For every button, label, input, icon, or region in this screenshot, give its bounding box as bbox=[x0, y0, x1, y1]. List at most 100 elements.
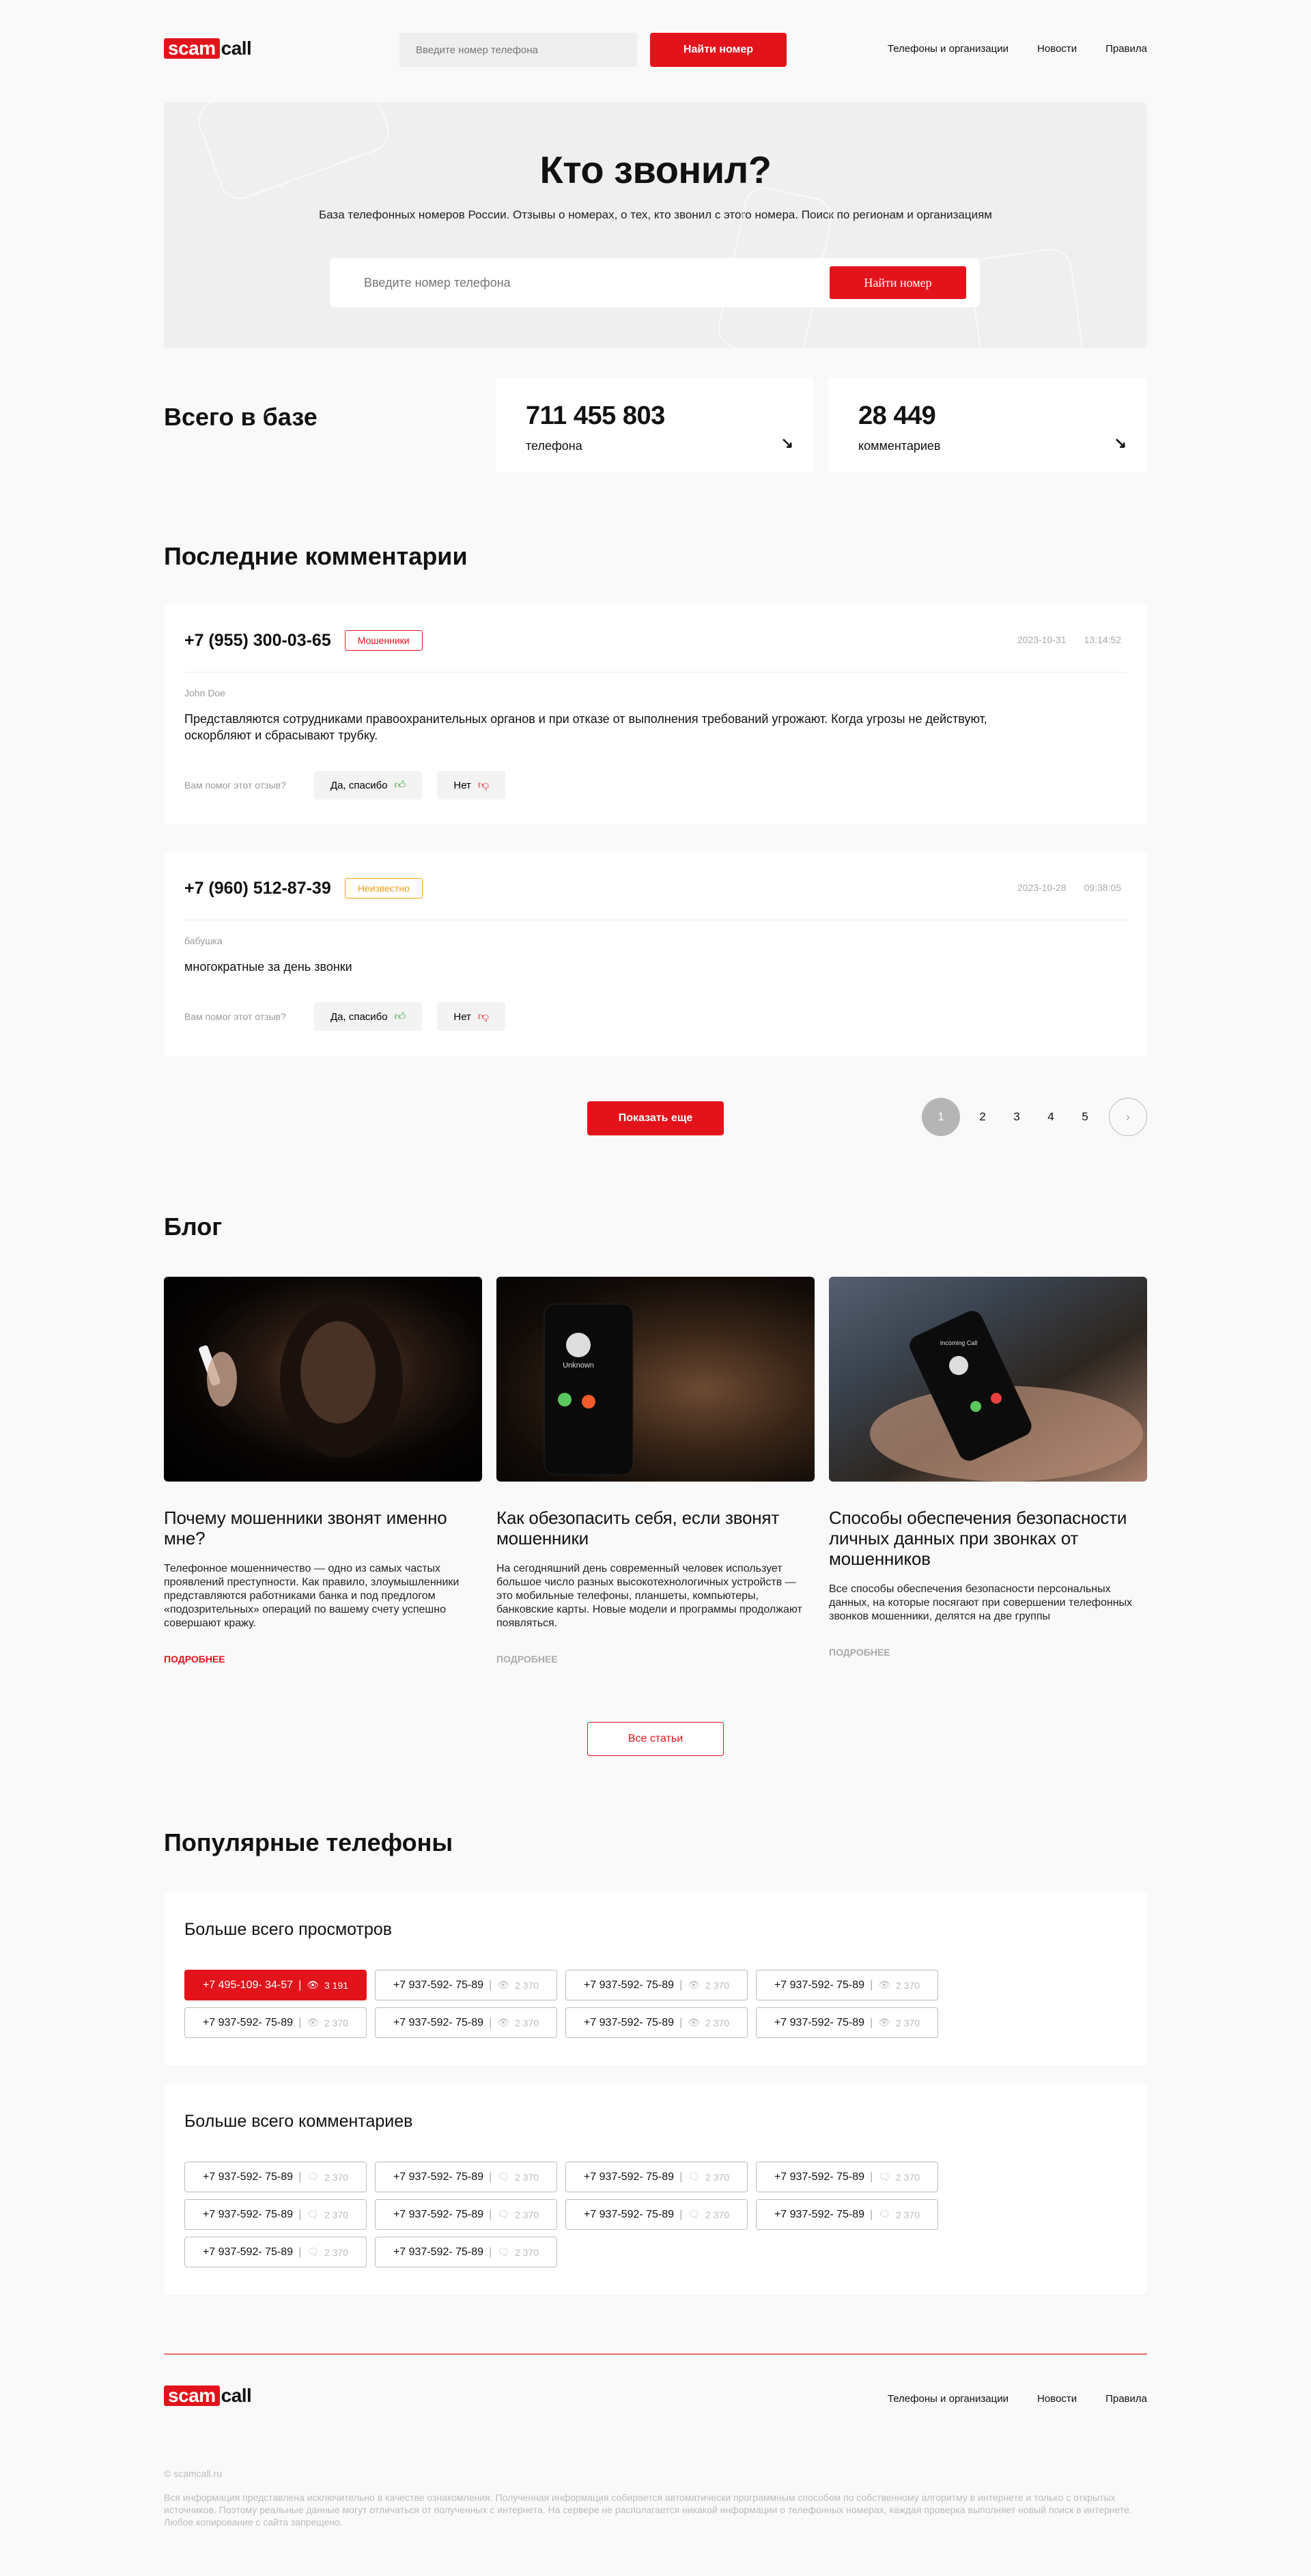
popular-phone-chip[interactable]: +7 937-592- 75-89 | 👁︎ 2 370 bbox=[184, 2007, 367, 2038]
comment-text: многократные за день звонки bbox=[184, 960, 352, 974]
vote-no-button[interactable]: Нет 👎︎ bbox=[437, 1002, 506, 1031]
chip-separator: | bbox=[489, 2016, 492, 2028]
comment-phone[interactable]: +7 (960) 512-87-39 bbox=[184, 879, 331, 898]
popular-section-title: Популярные телефоны bbox=[164, 1828, 453, 1856]
chip-separator: | bbox=[298, 2170, 302, 2183]
comment-tag: Мошенники bbox=[344, 630, 423, 651]
nav-rules[interactable]: Правила bbox=[1105, 43, 1147, 55]
header-search-button[interactable]: Найти номер bbox=[650, 33, 787, 67]
popular-phone-chip[interactable]: +7 495-109- 34-57 | 👁︎ 3 191 bbox=[184, 1970, 367, 2000]
incoming-call-label: Incoming Call bbox=[940, 1340, 978, 1346]
chip-phone: +7 937-592- 75-89 bbox=[393, 1979, 484, 1991]
page-link-1[interactable]: 1 bbox=[922, 1098, 960, 1136]
popular-phone-chip[interactable]: +7 937-592- 75-89 | 👁︎ 2 370 bbox=[565, 2007, 748, 2038]
stat-comments-value: 28 449 bbox=[858, 401, 936, 430]
arrow-down-right-icon: ↘ bbox=[1114, 434, 1127, 451]
stat-phones-card[interactable]: 711 455 803 телефона ↘ bbox=[496, 377, 814, 472]
blog-post-title[interactable]: Почему мошенники звонят именно мне? bbox=[164, 1508, 482, 1548]
chip-phone: +7 937-592- 75-89 bbox=[202, 2208, 294, 2220]
stats-label: Всего в базе bbox=[164, 403, 318, 431]
vote-yes-button[interactable]: Да, спасибо 👍︎ bbox=[314, 1002, 423, 1031]
comment-tag: Неизвестно bbox=[344, 878, 423, 898]
vote-no-label: Нет bbox=[453, 1010, 471, 1023]
chip-separator: | bbox=[870, 2170, 873, 2183]
footer-nav-phones-orgs[interactable]: Телефоны и организации bbox=[888, 2393, 1009, 2405]
most-commented-title: Больше всего комментариев bbox=[184, 2112, 413, 2131]
eye-icon: 👁︎ bbox=[307, 2017, 319, 2028]
popular-phone-chip[interactable]: +7 937-592- 75-89 | 🗨︎ 2 370 bbox=[375, 2237, 557, 2267]
header-search-input[interactable] bbox=[399, 33, 637, 67]
read-more-link[interactable]: ПОДРОБНЕЕ bbox=[164, 1654, 225, 1665]
popular-phone-chip[interactable]: +7 937-592- 75-89 | 🗨︎ 2 370 bbox=[375, 2199, 557, 2230]
page-link-5[interactable]: 5 bbox=[1068, 1098, 1102, 1136]
logo-call: call bbox=[221, 38, 252, 59]
show-more-button[interactable]: Показать еще bbox=[587, 1101, 724, 1135]
read-more-link[interactable]: ПОДРОБНЕЕ bbox=[496, 1654, 558, 1665]
popular-phone-chip[interactable]: +7 937-592- 75-89 | 🗨︎ 2 370 bbox=[565, 2162, 748, 2192]
chip-count: 2 370 bbox=[896, 2209, 920, 2220]
popular-phone-chip[interactable]: +7 937-592- 75-89 | 🗨︎ 2 370 bbox=[375, 2162, 557, 2192]
chip-phone: +7 937-592- 75-89 bbox=[202, 2016, 294, 2028]
blog-list: Почему мошенники звонят именно мне? Теле… bbox=[164, 1277, 1147, 1666]
most-commented-card: Больше всего комментариев +7 937-592- 75… bbox=[164, 2084, 1147, 2295]
vote-no-button[interactable]: Нет 👎︎ bbox=[437, 771, 506, 799]
chip-count: 2 370 bbox=[324, 2017, 349, 2028]
footer-logo[interactable]: scam call bbox=[164, 2385, 252, 2407]
vote-yes-label: Да, спасибо bbox=[330, 779, 388, 791]
blog-post-image[interactable]: Incoming Call bbox=[829, 1277, 1147, 1482]
popular-phone-chip[interactable]: +7 937-592- 75-89 | 🗨︎ 2 370 bbox=[184, 2199, 367, 2230]
chip-phone: +7 937-592- 75-89 bbox=[202, 2246, 294, 2258]
logo-call: call bbox=[221, 2385, 252, 2406]
popular-phone-chip[interactable]: +7 937-592- 75-89 | 🗨︎ 2 370 bbox=[756, 2162, 938, 2192]
hero-search-button[interactable]: Найти номер bbox=[830, 266, 966, 299]
popular-phone-chip[interactable]: +7 937-592- 75-89 | 🗨︎ 2 370 bbox=[184, 2237, 367, 2267]
chip-phone: +7 937-592- 75-89 bbox=[393, 2208, 484, 2220]
comment-icon: 🗨︎ bbox=[878, 2171, 890, 2182]
site-logo[interactable]: scam call bbox=[164, 38, 252, 59]
page-link-2[interactable]: 2 bbox=[965, 1098, 1000, 1136]
popular-phone-chip[interactable]: +7 937-592- 75-89 | 👁︎ 2 370 bbox=[375, 1970, 557, 2000]
footer-nav-news[interactable]: Новости bbox=[1037, 2393, 1077, 2405]
popular-phone-chip[interactable]: +7 937-592- 75-89 | 👁︎ 2 370 bbox=[565, 1970, 748, 2000]
vote-yes-button[interactable]: Да, спасибо 👍︎ bbox=[314, 771, 423, 799]
footer-nav-rules[interactable]: Правила bbox=[1105, 2393, 1147, 2405]
page-link-4[interactable]: 4 bbox=[1034, 1098, 1068, 1136]
popular-phone-chip[interactable]: +7 937-592- 75-89 | 👁︎ 2 370 bbox=[756, 2007, 938, 2038]
blog-post-title[interactable]: Как обезопасить себя, если звонят мошенн… bbox=[496, 1508, 815, 1548]
page-link-3[interactable]: 3 bbox=[1000, 1098, 1034, 1136]
chip-phone: +7 937-592- 75-89 bbox=[393, 2246, 484, 2258]
popular-phone-chip[interactable]: +7 937-592- 75-89 | 🗨︎ 2 370 bbox=[184, 2162, 367, 2192]
nav-news[interactable]: Новости bbox=[1037, 43, 1077, 55]
most-viewed-title: Больше всего просмотров bbox=[184, 1920, 393, 1939]
popular-phone-chip[interactable]: +7 937-592- 75-89 | 🗨︎ 2 370 bbox=[565, 2199, 748, 2230]
comment-author: бабушка bbox=[184, 935, 223, 946]
popular-phone-chip[interactable]: +7 937-592- 75-89 | 👁︎ 2 370 bbox=[756, 1970, 938, 2000]
blog-post-excerpt: Телефонное мошенничество — одно из самых… bbox=[164, 1563, 460, 1629]
comment-timestamp: 2023-10-31 13:14:52 bbox=[1017, 634, 1121, 645]
chip-separator: | bbox=[679, 2016, 683, 2028]
eye-icon: 👁︎ bbox=[497, 2017, 509, 2028]
blog-post-image[interactable] bbox=[164, 1277, 482, 1482]
chip-phone: +7 937-592- 75-89 bbox=[583, 1979, 675, 1991]
stat-comments-card[interactable]: 28 449 комментариев ↘ bbox=[828, 377, 1147, 472]
blog-post: Почему мошенники звонят именно мне? Теле… bbox=[164, 1277, 482, 1666]
site-header: scam call Найти номер Телефоны и организ… bbox=[164, 0, 1147, 102]
hero-search-input[interactable] bbox=[364, 258, 774, 307]
popular-phone-chip[interactable]: +7 937-592- 75-89 | 👁︎ 2 370 bbox=[375, 2007, 557, 2038]
chevron-right-icon[interactable]: › bbox=[1109, 1098, 1147, 1136]
nav-phones-orgs[interactable]: Телефоны и организации bbox=[888, 43, 1009, 55]
chip-separator: | bbox=[679, 2170, 683, 2183]
chip-count: 2 370 bbox=[896, 2171, 920, 2183]
blog-post-image[interactable]: Unknown bbox=[496, 1277, 815, 1482]
chip-phone: +7 937-592- 75-89 bbox=[583, 2208, 675, 2220]
incoming-call-phone-illustration: Unknown bbox=[544, 1303, 634, 1475]
legal-disclaimer: Вся информация представлена исключительн… bbox=[164, 2492, 1132, 2528]
popular-phone-chip[interactable]: +7 937-592- 75-89 | 🗨︎ 2 370 bbox=[756, 2199, 938, 2230]
chip-separator: | bbox=[870, 2016, 873, 2028]
all-articles-button[interactable]: Все статьи bbox=[587, 1722, 724, 1756]
read-more-link[interactable]: ПОДРОБНЕЕ bbox=[829, 1647, 890, 1658]
chip-count: 2 370 bbox=[705, 2171, 730, 2183]
comment-phone[interactable]: +7 (955) 300-03-65 bbox=[184, 631, 331, 651]
most-commented-list: +7 937-592- 75-89 | 🗨︎ 2 370 +7 937-592- 75-… bbox=[184, 2162, 1127, 2267]
blog-post-title[interactable]: Способы обеспечения безопасности личных … bbox=[829, 1508, 1147, 1569]
